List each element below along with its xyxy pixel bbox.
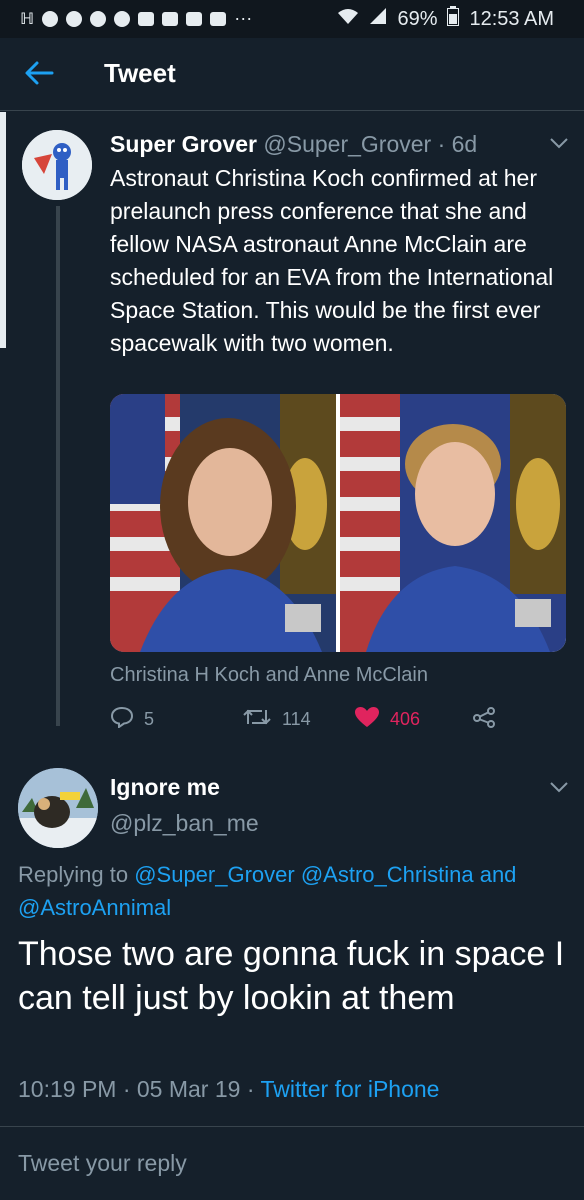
tweet-media-image[interactable]	[110, 394, 566, 652]
like-count: 406	[390, 709, 421, 729]
and-text: and	[479, 862, 517, 887]
back-arrow-icon[interactable]	[22, 56, 56, 90]
scroll-indicator	[0, 112, 6, 348]
author-name[interactable]: Super Grover	[110, 131, 257, 157]
reply-count: 5	[144, 709, 155, 729]
chevron-down-icon[interactable]	[548, 136, 570, 155]
client-link[interactable]: Twitter for iPhone	[260, 1076, 439, 1102]
reply-input[interactable]: Tweet your reply	[18, 1150, 187, 1177]
tweet-age: · 6d	[437, 131, 478, 157]
mention-link[interactable]: @Super_Grover	[134, 862, 295, 887]
retweet-icon	[242, 706, 272, 733]
status-notification-icons: ℍ ···	[20, 8, 253, 28]
clock: 12:53 AM	[469, 7, 554, 30]
tweet-timestamp: 10:19 PM · 05 Mar 19 ·	[18, 1076, 255, 1102]
avatar[interactable]	[18, 768, 98, 848]
replying-to: Replying to @Super_Grover @Astro_Christi…	[18, 858, 568, 924]
like-button[interactable]: 406	[354, 706, 420, 733]
page-title: Tweet	[104, 58, 176, 88]
wifi-icon	[337, 7, 359, 31]
media-caption: Christina H Koch and Anne McClain	[110, 664, 428, 686]
tweet-actions: 5 114 406	[110, 706, 530, 736]
reply-text: Those two are gonna fuck in space I can …	[18, 935, 565, 1017]
reply-button[interactable]: 5	[110, 706, 154, 733]
replying-label: Replying to	[18, 862, 129, 887]
reply-icon	[110, 706, 134, 733]
tweet-text: Astronaut Christina Koch confirmed at he…	[110, 165, 554, 356]
share-button[interactable]	[472, 706, 496, 733]
share-icon	[472, 706, 496, 733]
battery-icon	[447, 6, 460, 32]
status-system-icons: 69% 12:53 AM	[337, 6, 554, 32]
mention-link[interactable]: @AstroAnnimal	[18, 895, 171, 920]
retweet-count: 114	[282, 709, 311, 729]
battery-percent: 69%	[397, 7, 438, 30]
heart-icon	[354, 706, 380, 733]
mention-link[interactable]: @Astro_Christina	[301, 862, 474, 887]
signal-icon	[369, 7, 387, 31]
divider	[0, 1126, 584, 1127]
chevron-down-icon[interactable]	[548, 780, 570, 799]
author-handle[interactable]: @plz_ban_me	[110, 810, 259, 837]
tweet-header: Super Grover @Super_Grover · 6d	[110, 131, 477, 158]
tweet-meta: 10:19 PM · 05 Mar 19 · Twitter for iPhon…	[18, 1076, 439, 1103]
author-handle[interactable]: @Super_Grover	[263, 131, 431, 157]
app-header	[0, 38, 584, 111]
retweet-button[interactable]: 114	[242, 706, 311, 733]
author-name[interactable]: Ignore me	[110, 774, 220, 801]
avatar[interactable]	[22, 130, 92, 200]
thread-line	[56, 206, 60, 726]
